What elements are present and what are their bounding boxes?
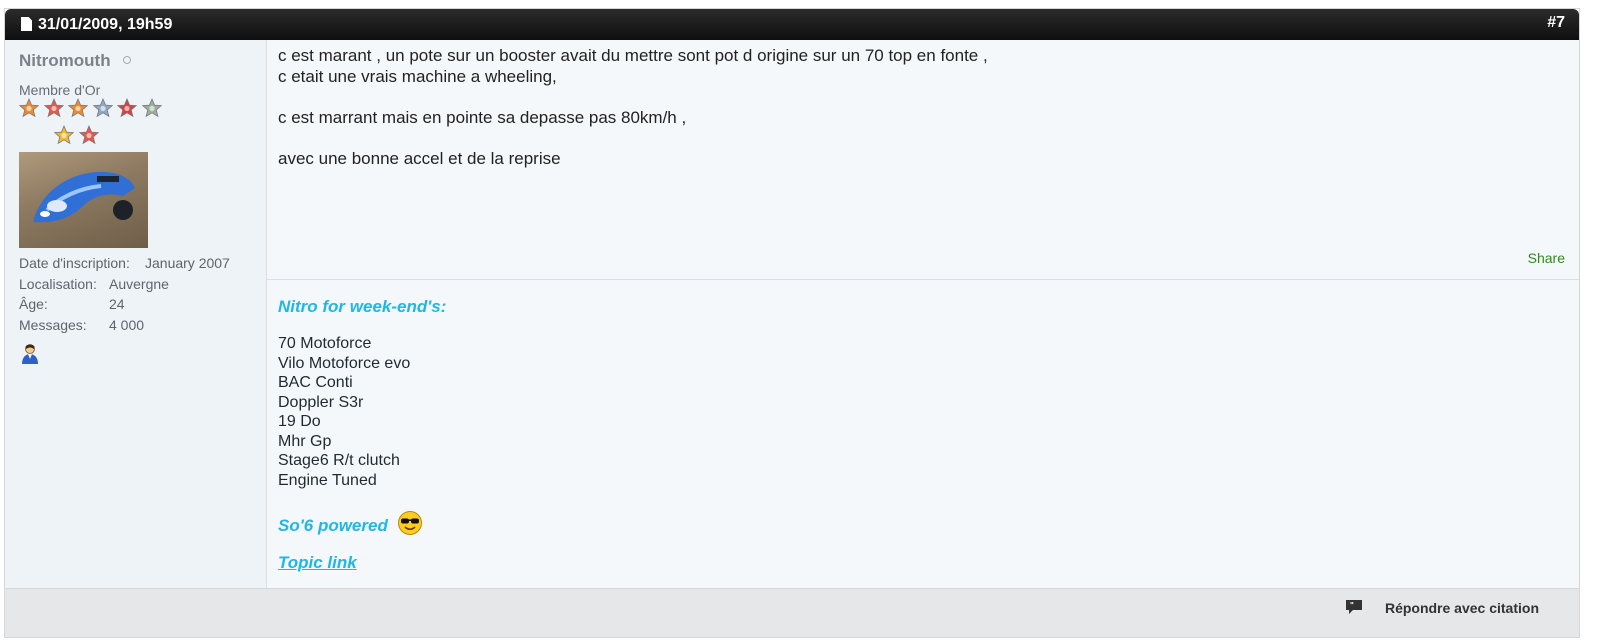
topic-link[interactable]: Topic link [278, 553, 357, 573]
signature-title: Nitro for week-end's: [278, 297, 447, 316]
rank-star-icon [68, 98, 88, 118]
message-line: c est marrant mais en pointe sa depasse … [278, 107, 687, 127]
age-value: 24 [109, 296, 125, 312]
post-header: 31/01/2009, 19h59 #7 [5, 9, 1579, 40]
sunglasses-smiley-icon [398, 511, 422, 535]
signature-item: 70 Motoforce [278, 335, 372, 352]
signature-item: Mhr Gp [278, 432, 332, 450]
signature-item: Doppler S3r [278, 393, 364, 411]
signature-item: Stage6 R/t clutch [278, 452, 400, 469]
post-date: 31/01/2009, 19h59 [38, 16, 173, 33]
rank-star-icon [54, 125, 74, 145]
age-label: Âge: [19, 296, 48, 312]
user-rank-title: Membre d'Or [19, 82, 101, 98]
location-label: Localisation: [19, 276, 97, 292]
signature-item: Engine Tuned [278, 471, 377, 489]
message-line: avec une bonne accel et de la reprise [278, 148, 561, 168]
messages-value: 4 000 [109, 317, 145, 333]
scooter-image [33, 171, 135, 223]
reply-with-quote-button[interactable]: Répondre avec citation [1385, 600, 1539, 616]
username-link[interactable]: Nitromouth [19, 51, 111, 71]
share-link[interactable]: Share [1528, 250, 1565, 266]
rank-star-icon [92, 98, 113, 118]
svg-text:": " [1350, 601, 1354, 610]
signature-divider [267, 279, 1579, 280]
rank-star-icon [78, 125, 99, 145]
signature-item: Vilo Motoforce evo [278, 354, 411, 372]
rank-star-icon [43, 98, 64, 118]
message-line: c etait une vrais machine a wheeling, [278, 66, 557, 86]
signature-item: 19 Do [278, 413, 321, 430]
powered-text: So'6 powered [278, 516, 388, 535]
post-content: c est marant , un pote sur un booster av… [267, 40, 1579, 590]
document-icon [21, 17, 32, 31]
offline-status-icon [123, 56, 131, 64]
location-value: Auvergne [109, 276, 169, 292]
user-sidebar: Nitromouth Membre d'Or Date d'inscriptio… [5, 40, 267, 590]
join-date-label: Date d'inscription: [19, 255, 130, 271]
post-footer: " Répondre avec citation [5, 588, 1579, 637]
message-line: c est marant , un pote sur un booster av… [278, 46, 988, 65]
join-date-value: January 2007 [145, 255, 230, 271]
messages-label: Messages: [19, 317, 87, 333]
post-number-link[interactable]: #7 [1547, 14, 1565, 32]
user-profile-icon[interactable] [19, 343, 41, 365]
signature-item: BAC Conti [278, 374, 353, 391]
rank-star-icon [117, 98, 137, 118]
avatar[interactable] [19, 152, 148, 248]
quote-icon[interactable]: " [1345, 599, 1363, 615]
rank-star-icon [19, 98, 39, 118]
rank-star-icon [141, 98, 162, 118]
forum-post: 31/01/2009, 19h59 #7 Nitromouth Membre d… [4, 8, 1580, 638]
